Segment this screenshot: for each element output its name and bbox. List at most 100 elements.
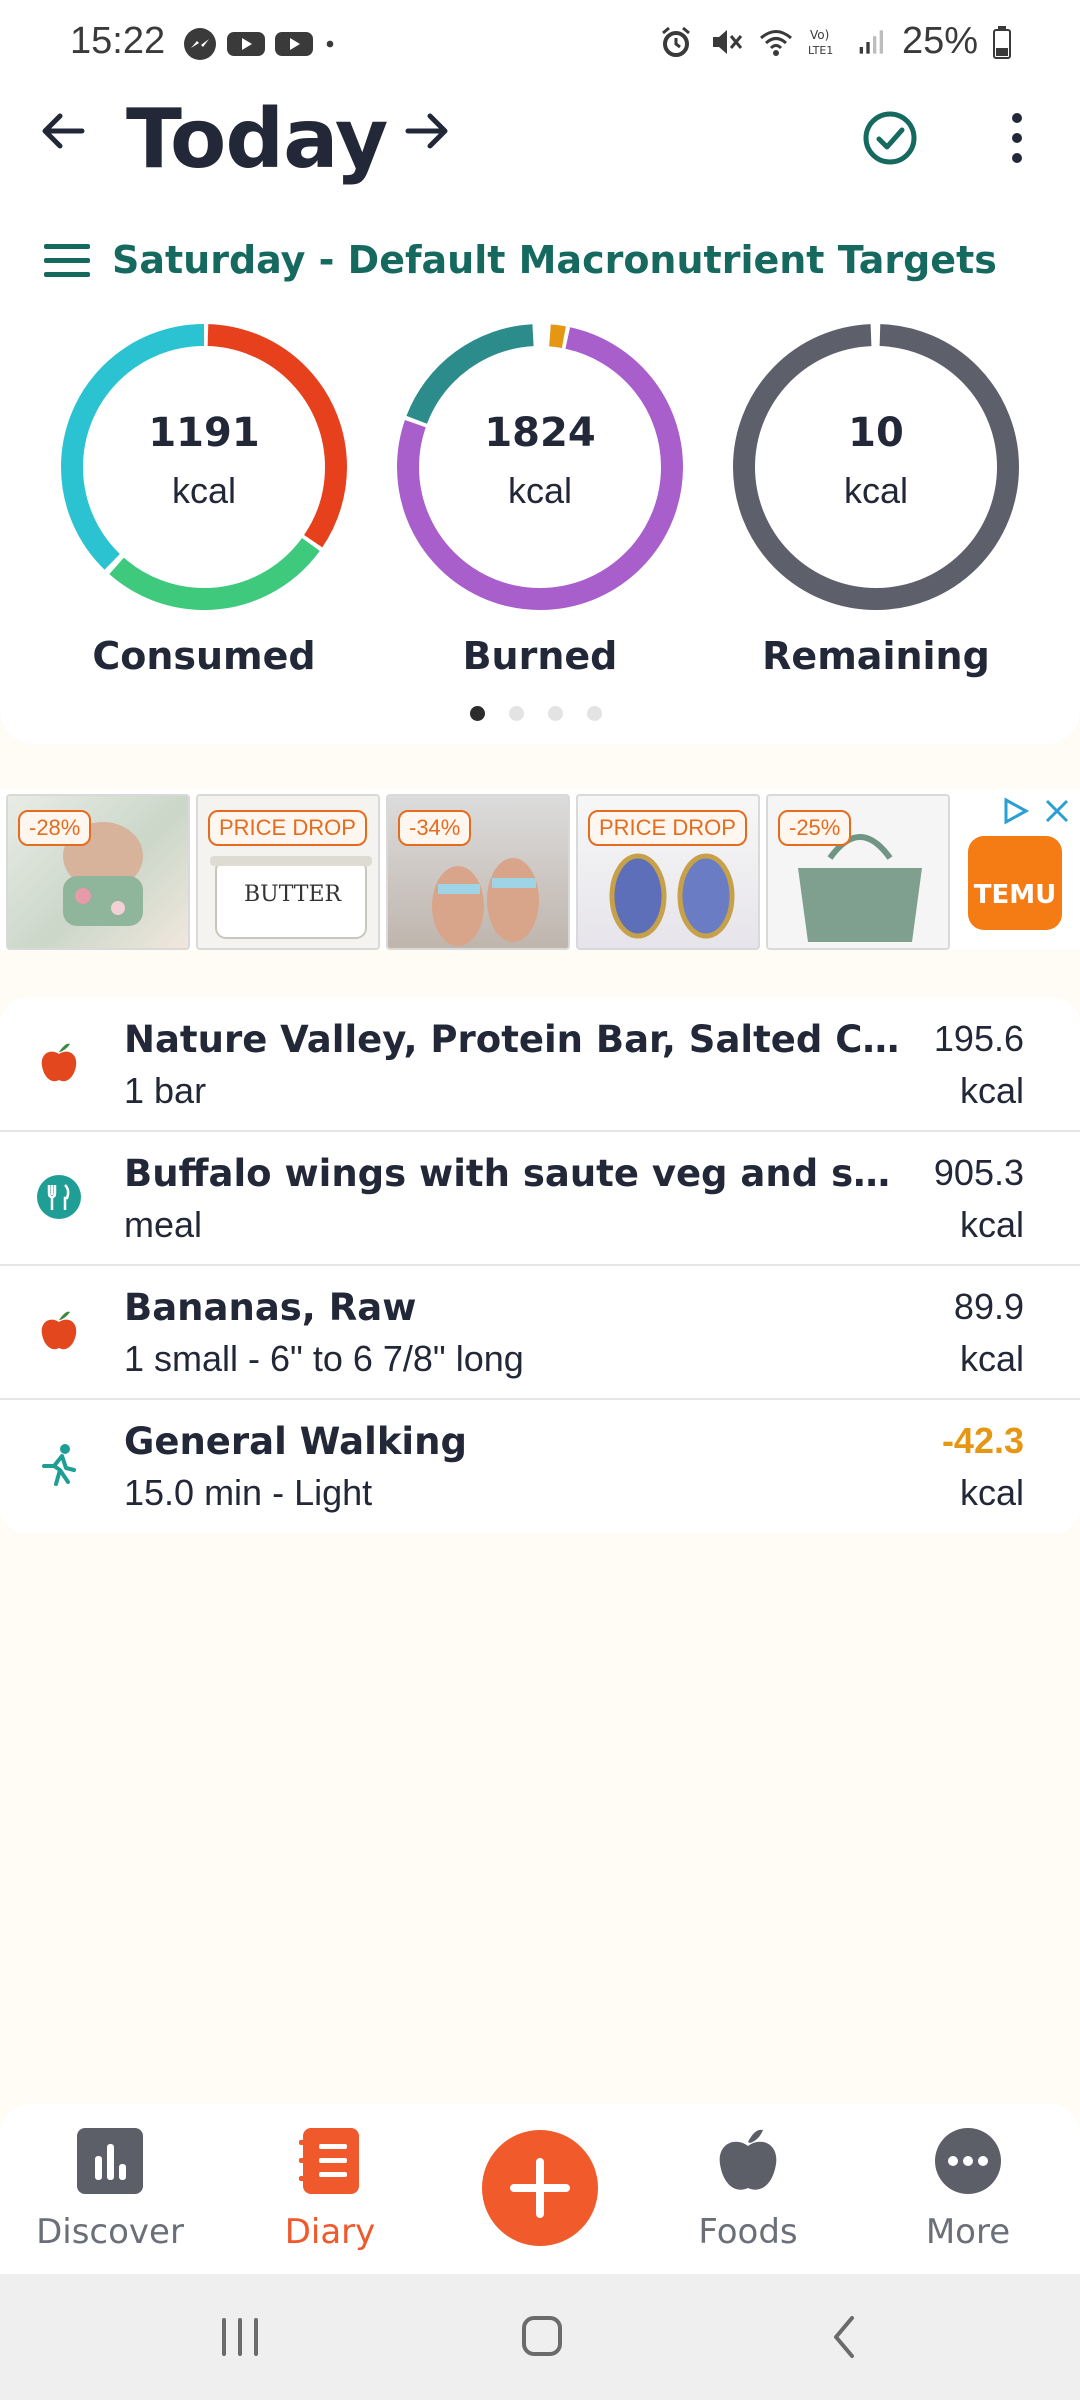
nav-diary[interactable]: Diary <box>250 2126 410 2252</box>
entry-value: 905.3 <box>933 1152 1024 1193</box>
list-item[interactable]: General Walking 15.0 min - Light -42.3 k… <box>0 1400 1080 1534</box>
ad-tile-butter[interactable]: PRICE DROP BUTTER <box>196 794 380 950</box>
alarm-icon <box>661 26 690 57</box>
consumed-value: 1191 <box>148 410 260 456</box>
page-dot <box>548 706 563 721</box>
entry-unit: kcal <box>959 1472 1024 1513</box>
diary-icon <box>299 2128 359 2194</box>
nav-foods-label: Foods <box>698 2212 798 2252</box>
bottom-nav: Discover Diary Foods More <box>0 2104 1080 2274</box>
ad-tile-handbag[interactable]: -25% <box>766 794 950 950</box>
page-title: Today <box>126 92 388 187</box>
signal-icon <box>859 29 883 54</box>
apple-icon <box>41 1043 77 1082</box>
svg-text:LTE1: LTE1 <box>808 44 833 57</box>
ad-banner[interactable]: -28% PRICE DROP BUTTER -34% PRICE DROP -… <box>0 790 1080 950</box>
more-vert-icon[interactable] <box>1000 108 1034 168</box>
youtube-icon <box>227 32 265 56</box>
status-bar: 15:22 Vo) LTE1 25% <box>0 0 1080 88</box>
burned-summary[interactable]: 1824 kcal Burned <box>390 322 690 678</box>
apple-icon <box>41 1311 77 1350</box>
entry-name: Buffalo wings with saute veg and sweet p… <box>124 1152 914 1195</box>
consumed-summary[interactable]: 1191 kcal Consumed <box>54 322 354 678</box>
nav-more[interactable]: More <box>888 2126 1048 2252</box>
dot-icon <box>326 40 334 48</box>
status-right: Vo) LTE1 25% <box>658 20 1012 63</box>
plus-icon <box>510 2158 570 2218</box>
page-indicator <box>470 706 602 721</box>
targets-label[interactable]: Saturday - Default Macronutrient Targets <box>112 238 997 282</box>
nav-more-label: More <box>925 2212 1011 2252</box>
burned-unit: kcal <box>507 470 573 511</box>
remaining-summary[interactable]: 10 kcal Remaining <box>726 322 1026 678</box>
burned-value: 1824 <box>484 410 596 456</box>
butter-label: BUTTER <box>244 882 342 907</box>
ad-badge: -34% <box>398 810 472 846</box>
more-horiz-icon <box>935 2128 1001 2194</box>
list-item[interactable]: Nature Valley, Protein Bar, Salted Caram… <box>0 998 1080 1132</box>
entry-detail: meal <box>124 1204 203 1245</box>
consumed-unit: kcal <box>171 470 237 511</box>
targets-row[interactable]: Saturday - Default Macronutrient Targets <box>42 238 997 282</box>
burned-label: Burned <box>462 634 618 678</box>
add-button[interactable] <box>482 2130 598 2246</box>
nav-foods[interactable]: Foods <box>668 2126 828 2252</box>
system-nav-bar <box>0 2274 1080 2400</box>
ad-tile-clothing[interactable]: -28% <box>6 794 190 950</box>
temu-logo[interactable]: TEMU <box>968 836 1062 930</box>
entry-value: 89.9 <box>953 1286 1024 1327</box>
nav-discover[interactable]: Discover <box>30 2126 190 2252</box>
remaining-label: Remaining <box>762 634 990 678</box>
ad-badge: -28% <box>18 810 92 846</box>
ad-badge: PRICE DROP <box>588 810 747 846</box>
entry-value: -42.3 <box>941 1420 1024 1461</box>
forward-arrow-icon[interactable] <box>400 104 454 158</box>
home-icon[interactable] <box>512 2312 572 2362</box>
remaining-unit: kcal <box>843 470 909 511</box>
ad-badge: PRICE DROP <box>208 810 367 846</box>
menu-icon[interactable] <box>42 241 92 279</box>
walking-icon <box>42 1444 76 1486</box>
apple-icon <box>719 2129 777 2190</box>
entry-unit: kcal <box>959 1204 1024 1245</box>
messenger-icon <box>184 28 216 60</box>
nav-discover-label: Discover <box>36 2212 184 2252</box>
chart-icon <box>77 2128 143 2194</box>
back-arrow-icon[interactable] <box>36 104 90 158</box>
entry-value: 195.6 <box>933 1018 1024 1059</box>
recents-icon[interactable] <box>210 2312 270 2362</box>
page-dot <box>509 706 524 721</box>
entry-detail: 1 bar <box>124 1070 207 1111</box>
consumed-label: Consumed <box>92 634 316 678</box>
check-circle-icon[interactable] <box>862 110 918 166</box>
list-item[interactable]: Buffalo wings with saute veg and sweet p… <box>0 1132 1080 1266</box>
page-dot-active <box>470 706 485 721</box>
wifi-icon <box>759 29 792 56</box>
remaining-value: 10 <box>848 410 904 456</box>
ad-choices[interactable] <box>1000 796 1072 826</box>
notification-icons <box>182 26 346 62</box>
battery-icon <box>993 25 1011 59</box>
system-back-icon[interactable] <box>816 2312 876 2362</box>
volte-icon: Vo) LTE1 <box>808 28 833 57</box>
diary-list: Nature Valley, Protein Bar, Salted Caram… <box>0 998 1080 1534</box>
list-item[interactable]: Bananas, Raw 1 small - 6" to 6 7/8" long… <box>0 1266 1080 1400</box>
entry-detail: 1 small - 6" to 6 7/8" long <box>124 1338 524 1379</box>
entry-name: General Walking <box>124 1420 467 1463</box>
entry-detail: 15.0 min - Light <box>124 1472 373 1513</box>
adchoices-icon[interactable] <box>1000 796 1030 826</box>
entry-name: Bananas, Raw <box>124 1286 417 1329</box>
ad-badge: -25% <box>778 810 852 846</box>
meal-icon <box>37 1175 81 1219</box>
ad-tile-sandals[interactable]: -34% <box>386 794 570 950</box>
ad-tile-earrings[interactable]: PRICE DROP <box>576 794 760 950</box>
status-time: 15:22 <box>70 20 166 62</box>
entry-unit: kcal <box>959 1338 1024 1379</box>
battery-percent: 25% <box>901 20 978 62</box>
close-ad-icon[interactable] <box>1042 796 1072 826</box>
mute-icon <box>712 29 743 54</box>
entry-unit: kcal <box>959 1070 1024 1111</box>
youtube-icon <box>275 32 313 56</box>
page-dot <box>587 706 602 721</box>
entry-name: Nature Valley, Protein Bar, Salted Caram… <box>124 1018 914 1061</box>
